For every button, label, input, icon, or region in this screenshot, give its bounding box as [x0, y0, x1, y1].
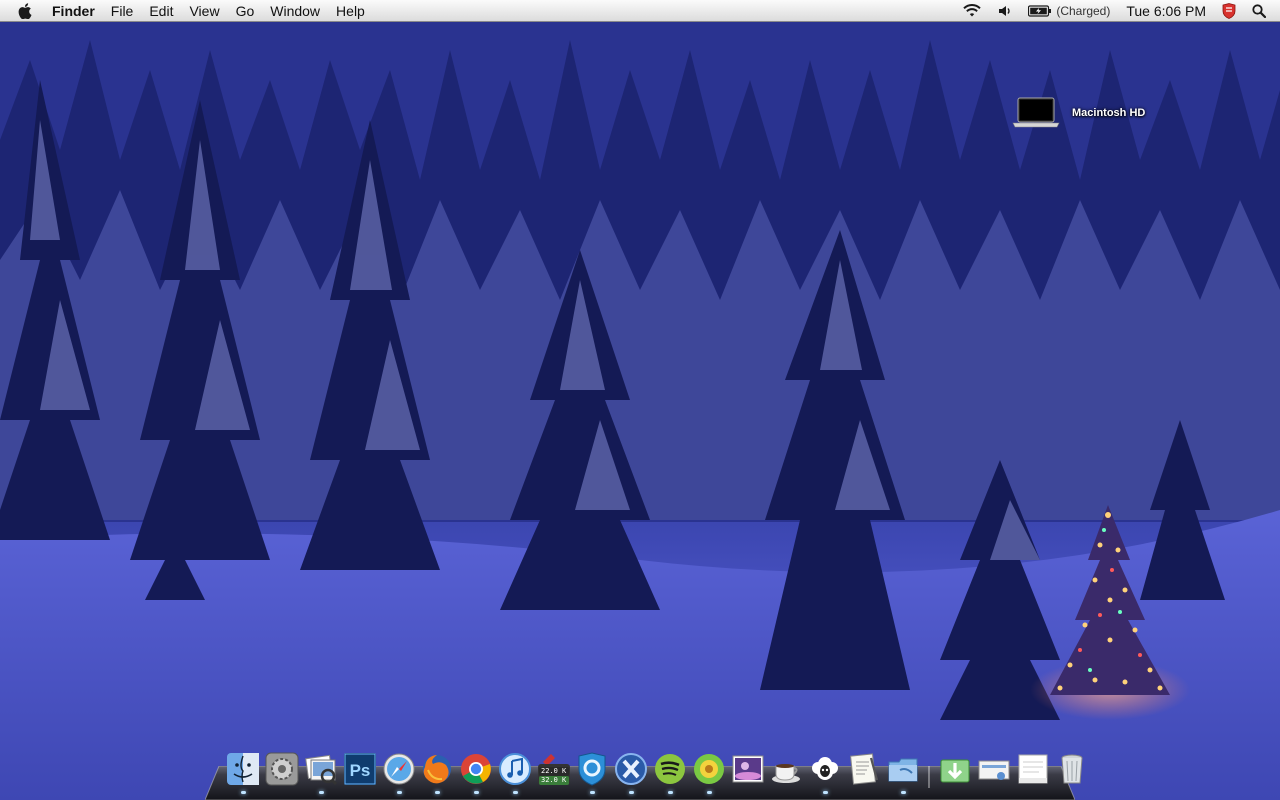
documents-stack-icon[interactable]: [977, 752, 1011, 786]
sunflower-app-icon[interactable]: [692, 752, 726, 794]
menu-clock[interactable]: Tue 6:06 PM: [1118, 0, 1214, 22]
running-indicator: [706, 791, 712, 794]
network-upload-text: 22.0 K: [538, 767, 569, 776]
preview-icon[interactable]: [304, 752, 338, 794]
sheep-icon[interactable]: [808, 752, 842, 794]
shield-icon[interactable]: [1214, 0, 1244, 22]
battery-status[interactable]: (Charged): [1020, 0, 1118, 22]
menu-app-name[interactable]: Finder: [44, 0, 103, 22]
trash-icon[interactable]: [1055, 752, 1089, 786]
running-indicator: [512, 791, 518, 794]
battery-icon: [1028, 4, 1052, 17]
running-indicator: [318, 791, 324, 794]
dock: Ps 22.0 K 32.0 K: [224, 748, 1091, 794]
downloads-stack-icon[interactable]: [938, 752, 972, 786]
running-indicator: [474, 791, 480, 794]
itunes-icon[interactable]: [498, 752, 532, 794]
running-indicator: [823, 791, 829, 794]
photoshop-icon-text: Ps: [349, 761, 370, 780]
desktop-icon-label: Macintosh HD: [1072, 107, 1146, 119]
firefox-icon[interactable]: [420, 752, 454, 794]
menu-edit[interactable]: Edit: [141, 0, 181, 22]
desktop-icon-macintosh-hd[interactable]: Macintosh HD: [1012, 96, 1145, 130]
chrome-icon[interactable]: [459, 752, 493, 794]
menu-view[interactable]: View: [181, 0, 227, 22]
menu-bar: Finder File Edit View Go Window Help (Ch…: [0, 0, 1280, 22]
safari-icon[interactable]: [382, 752, 416, 794]
desktop: Finder File Edit View Go Window Help (Ch…: [0, 0, 1280, 800]
dock-separator: [922, 752, 936, 788]
network-download-text: 32.0 K: [538, 776, 569, 785]
photo-booth-icon[interactable]: [731, 752, 765, 786]
spotlight-search-icon[interactable]: [1244, 0, 1280, 22]
menu-help[interactable]: Help: [328, 0, 373, 22]
running-indicator: [396, 791, 402, 794]
wifi-icon[interactable]: [954, 0, 990, 22]
volume-icon[interactable]: [990, 0, 1020, 22]
running-indicator: [900, 791, 906, 794]
battery-text: (Charged): [1056, 3, 1111, 18]
running-indicator: [435, 791, 441, 794]
script-editor-icon[interactable]: [847, 752, 881, 786]
spotify-icon[interactable]: [653, 752, 687, 794]
apple-logo-icon[interactable]: [0, 0, 44, 22]
macbook-drive-icon: [1012, 97, 1060, 128]
x11-icon[interactable]: [614, 752, 648, 794]
note-stack-icon[interactable]: [1016, 752, 1050, 786]
photoshop-icon[interactable]: Ps: [343, 752, 377, 786]
menu-go[interactable]: Go: [228, 0, 263, 22]
shield-app-icon[interactable]: [575, 752, 609, 794]
menu-window[interactable]: Window: [262, 0, 328, 22]
network-meter-icon[interactable]: 22.0 K 32.0 K: [537, 752, 571, 786]
folder-app-icon[interactable]: [886, 752, 920, 794]
running-indicator: [667, 791, 673, 794]
coffee-cup-icon[interactable]: [769, 752, 803, 786]
finder-icon[interactable]: [226, 752, 260, 794]
menu-file[interactable]: File: [103, 0, 142, 22]
running-indicator: [629, 791, 635, 794]
system-preferences-icon[interactable]: [265, 752, 299, 786]
